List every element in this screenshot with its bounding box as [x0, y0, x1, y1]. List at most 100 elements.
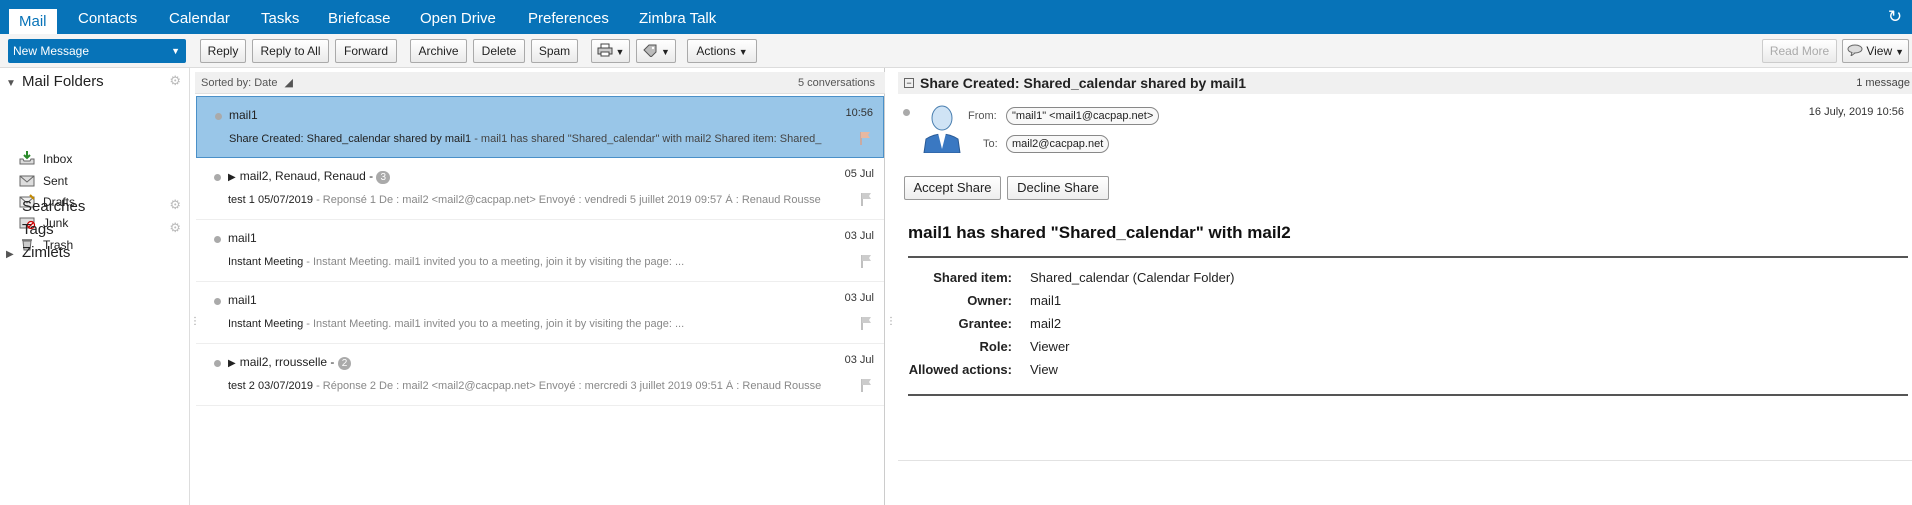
chevron-down-icon: ▼ [1895, 47, 1905, 57]
view-label: View [1866, 44, 1893, 58]
tab-tasks[interactable]: Tasks [261, 0, 299, 34]
tab-contacts[interactable]: Contacts [78, 0, 137, 34]
read-status-dot[interactable] [214, 236, 221, 243]
flag-icon[interactable] [860, 254, 872, 268]
read-status-dot[interactable] [214, 360, 221, 367]
sort-by-date[interactable]: Sorted by: Date [201, 77, 277, 89]
searches-header[interactable]: Searches [22, 198, 85, 215]
read-status-dot[interactable] [214, 298, 221, 305]
printer-icon [597, 43, 613, 57]
collapse-triangle-icon[interactable]: ▼ [6, 78, 22, 89]
divider [908, 394, 1908, 396]
tab-open-drive[interactable]: Open Drive [420, 0, 496, 34]
fragment: - Réponse 2 De : mail2 <mail2@cacpap.net… [313, 380, 822, 392]
tab-briefcase[interactable]: Briefcase [328, 0, 391, 34]
detail-key: Grantee: [958, 316, 1012, 331]
detail-key: Owner: [967, 293, 1012, 308]
chevron-down-icon[interactable]: ▼ [171, 39, 180, 63]
sender: mail1 [229, 108, 258, 122]
folder-label: Sent [43, 174, 68, 188]
tab-preferences[interactable]: Preferences [528, 0, 609, 34]
flag-icon[interactable] [859, 131, 871, 145]
fragment: - Instant Meeting. mail1 invited you to … [303, 256, 685, 268]
tab-mail[interactable]: Mail [8, 8, 58, 34]
expand-triangle-icon[interactable]: ▶ [228, 358, 236, 369]
reply-all-button[interactable]: Reply to All [252, 39, 329, 63]
tags-header[interactable]: Tags [22, 221, 54, 238]
conversation-subject: Share Created: Shared_calendar shared by… [920, 75, 1247, 91]
message-count-badge: 3 [376, 171, 391, 184]
tab-calendar[interactable]: Calendar [169, 0, 230, 34]
to-label: To: [983, 138, 998, 150]
list-item[interactable]: mail1 10:56 Share Created: Shared_calend… [196, 96, 884, 158]
sender: mail2, Renaud, Renaud - [239, 169, 374, 183]
mail-folders-label: Mail Folders [22, 73, 104, 90]
archive-button[interactable]: Archive [410, 39, 467, 63]
fragment: - mail1 has shared "Shared_calendar" wit… [471, 133, 822, 145]
folder-label: Inbox [43, 152, 73, 166]
subject: Instant Meeting [228, 318, 304, 330]
subject: Share Created: Shared_calendar shared by… [229, 133, 472, 145]
folder-pane: ▼ Mail Folders ⚙ Inbox Sent Drafts Junk T… [0, 68, 190, 505]
subject: test 1 05/07/2019 [228, 194, 314, 206]
flag-icon[interactable] [860, 316, 872, 330]
flag-icon[interactable] [860, 192, 872, 206]
print-button[interactable]: ▼ [591, 39, 630, 63]
list-item[interactable]: mail1 03 Jul Instant Meeting - Instant M… [196, 282, 884, 344]
sender-group: ▶ mail2, rrousselle - 2 [228, 355, 352, 370]
sort-icon[interactable]: ◢ [285, 77, 293, 89]
detail-key: Role: [979, 339, 1013, 354]
refresh-icon[interactable]: ↻ [1886, 8, 1904, 26]
divider [908, 256, 1908, 258]
share-title: mail1 has shared "Shared_calendar" with … [908, 223, 1291, 242]
read-status-dot[interactable] [214, 174, 221, 181]
gear-icon[interactable]: ⚙ [169, 197, 181, 213]
tag-button[interactable]: ▼ [636, 39, 676, 63]
list-item[interactable]: ▶ mail2, rrousselle - 2 03 Jul test 2 03/… [196, 344, 884, 406]
from-address-bubble[interactable]: "mail1" <mail1@cacpap.net> [1006, 107, 1160, 125]
message-date: 05 Jul [844, 168, 874, 180]
list-item[interactable]: mail1 03 Jul Instant Meeting - Instant M… [196, 220, 884, 282]
chevron-down-icon: ▼ [738, 47, 748, 57]
list-item[interactable]: ▶ mail2, Renaud, Renaud - 3 05 Jul test 1… [196, 158, 884, 220]
view-button[interactable]: View ▼ [1842, 39, 1909, 63]
zimlets-label: Zimlets [22, 244, 71, 261]
delete-button[interactable]: Delete [473, 39, 525, 63]
to-address-bubble[interactable]: mail2@cacpap.net [1006, 135, 1110, 153]
expand-triangle-icon[interactable]: ▶ [228, 172, 236, 183]
tab-zimbra-talk[interactable]: Zimbra Talk [639, 0, 716, 34]
reply-button[interactable]: Reply [200, 39, 246, 63]
new-message-button[interactable]: New Message ▼ [8, 39, 186, 63]
spam-button[interactable]: Spam [531, 39, 578, 63]
divider [898, 460, 1912, 461]
chevron-down-icon: ▼ [661, 47, 670, 57]
folder-sent[interactable]: Sent [18, 171, 68, 191]
detail-value: mail2 [1030, 316, 1062, 331]
read-status-dot[interactable] [903, 109, 910, 116]
collapse-icon[interactable]: − [904, 78, 914, 88]
gear-icon[interactable]: ⚙ [169, 220, 181, 236]
read-status-dot[interactable] [215, 113, 222, 120]
subject: test 2 03/07/2019 [228, 380, 314, 392]
chevron-down-icon: ▼ [615, 47, 625, 57]
from-label: From: [968, 110, 997, 122]
tag-icon [643, 44, 657, 58]
actions-button[interactable]: Actions ▼ [687, 39, 757, 63]
flag-icon[interactable] [860, 378, 872, 392]
message-count: 1 message [1856, 77, 1910, 89]
expand-triangle-icon[interactable]: ▶ [6, 249, 22, 260]
zimlets-header[interactable]: ▶ Zimlets [6, 244, 70, 261]
forward-button[interactable]: Forward [335, 39, 397, 63]
accept-share-button[interactable]: Accept Share [904, 176, 1001, 200]
read-more-button[interactable]: Read More [1762, 39, 1837, 63]
sent-icon [19, 175, 35, 187]
folder-inbox[interactable]: Inbox [18, 149, 72, 169]
sender-group: ▶ mail2, Renaud, Renaud - 3 [228, 169, 391, 184]
mail-folders-header[interactable]: ▼ Mail Folders [6, 73, 104, 90]
detail-value: Viewer [1030, 339, 1070, 354]
gear-icon[interactable]: ⚙ [169, 73, 181, 89]
app-tab-bar: Mail Contacts Calendar Tasks Briefcase O… [0, 0, 1912, 34]
decline-share-button[interactable]: Decline Share [1007, 176, 1109, 200]
sender: mail1 [228, 231, 257, 245]
message-list: Sorted by: Date ◢ 5 conversations mail1 … [195, 68, 885, 505]
